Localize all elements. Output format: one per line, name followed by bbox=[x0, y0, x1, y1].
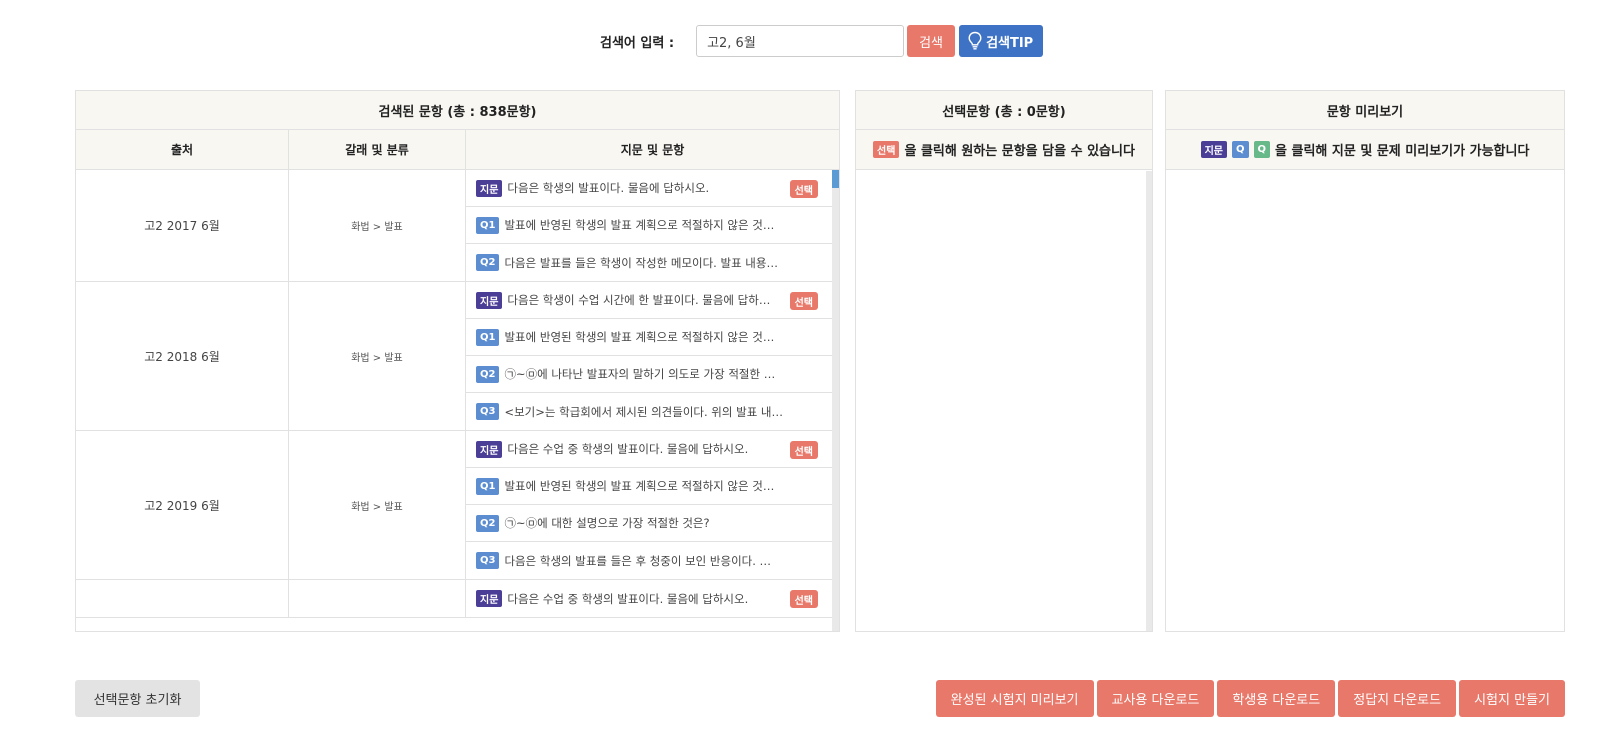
question-number-badge[interactable]: Q3 bbox=[476, 403, 500, 420]
question-row[interactable]: Q1 발표에 반영된 학생의 발표 계획으로 적절하지 않은 것… bbox=[466, 319, 832, 356]
lightbulb-icon bbox=[968, 31, 982, 50]
results-table-header: 출처 갈래 및 분류 지문 및 문항 bbox=[76, 130, 839, 170]
column-header-source: 출처 bbox=[76, 130, 289, 169]
selected-questions-hint: 선택 을 클릭해 원하는 문항을 담을 수 있습니다 bbox=[856, 130, 1152, 170]
question-text: 다음은 학생의 발표를 들은 후 청중이 보인 반응이다. … bbox=[504, 553, 772, 568]
select-button[interactable]: 선택 bbox=[789, 180, 818, 198]
bottom-actions: 완성된 시험지 미리보기 교사용 다운로드 학생용 다운로드 정답지 다운로드 … bbox=[935, 680, 1565, 717]
passage-badge[interactable]: 지문 bbox=[476, 440, 503, 458]
student-download-button[interactable]: 학생용 다운로드 bbox=[1217, 680, 1336, 717]
selected-questions-title: 선택문항 (총 : 0문항) bbox=[856, 91, 1152, 130]
passage-row[interactable]: 지문 다음은 수업 중 학생의 발표이다. 물음에 답하시오. 선택 bbox=[466, 431, 832, 468]
selected-questions-panel: 선택문항 (총 : 0문항) 선택 을 클릭해 원하는 문항을 담을 수 있습니… bbox=[855, 90, 1153, 632]
result-group: 고2 2017 6월 화법 > 발표 지문 다음은 학생의 발표이다. 물음에 답하시… bbox=[76, 170, 839, 282]
passage-row[interactable]: 지문 다음은 학생이 수업 시간에 한 발표이다. 물음에 답하… 선택 bbox=[466, 282, 832, 319]
question-list: 지문 다음은 수업 중 학생의 발표이다. 물음에 답하시오. 선택 bbox=[466, 580, 832, 617]
category-cell: 화법 > 발표 bbox=[289, 282, 466, 430]
search-input[interactable] bbox=[696, 25, 905, 57]
question-list: 지문 다음은 수업 중 학생의 발표이다. 물음에 답하시오. 선택 Q1 발표에 반영… bbox=[466, 431, 832, 579]
question-text: ㉠~㉤에 나타난 발표자의 말하기 의도로 가장 적절한 … bbox=[504, 367, 776, 381]
search-bar: 검색어 입력 : 검색 검색TIP bbox=[600, 25, 1044, 57]
teacher-download-button[interactable]: 교사용 다운로드 bbox=[1096, 680, 1215, 717]
question-badge: Q bbox=[1231, 141, 1249, 158]
question-badge-green: Q bbox=[1253, 141, 1271, 158]
question-list: 지문 다음은 학생의 발표이다. 물음에 답하시오. 선택 Q1 발표에 반영된 학생의… bbox=[466, 170, 832, 281]
source-cell: 고2 2018 6월 bbox=[76, 282, 289, 430]
preview-hint: 지문 Q Q 을 클릭해 지문 및 문제 미리보기가 가능합니다 bbox=[1166, 130, 1564, 170]
question-text: 다음은 발표를 들은 학생이 작성한 메모이다. 발표 내용… bbox=[504, 255, 778, 270]
question-text: 발표에 반영된 학생의 발표 계획으로 적절하지 않은 것… bbox=[504, 479, 775, 493]
search-tip-button[interactable]: 검색TIP bbox=[959, 25, 1044, 57]
category-cell bbox=[289, 580, 466, 617]
preview-title: 문항 미리보기 bbox=[1166, 91, 1564, 130]
selected-hint-text: 을 클릭해 원하는 문항을 담을 수 있습니다 bbox=[904, 144, 1135, 159]
select-button[interactable]: 선택 bbox=[789, 292, 818, 310]
question-row[interactable]: Q1 발표에 반영된 학생의 발표 계획으로 적절하지 않은 것… bbox=[466, 468, 832, 505]
answer-download-button[interactable]: 정답지 다운로드 bbox=[1338, 680, 1457, 717]
reset-selection-button[interactable]: 선택문항 초기화 bbox=[75, 680, 200, 717]
question-text: 다음은 수업 중 학생의 발표이다. 물음에 답하시오. bbox=[507, 591, 749, 606]
select-button[interactable]: 선택 bbox=[789, 441, 818, 459]
question-number-badge[interactable]: Q1 bbox=[476, 328, 500, 346]
source-cell: 고2 2017 6월 bbox=[76, 170, 289, 281]
question-text: 다음은 학생의 발표이다. 물음에 답하시오. bbox=[507, 181, 710, 195]
question-number-badge[interactable]: Q2 bbox=[476, 514, 500, 532]
result-group: 고2 2018 6월 화법 > 발표 지문 다음은 학생이 수업 시간에 한 발표이다… bbox=[76, 282, 839, 431]
passage-badge[interactable]: 지문 bbox=[476, 179, 503, 197]
question-number-badge[interactable]: Q2 bbox=[476, 365, 500, 383]
question-number-badge[interactable]: Q1 bbox=[476, 477, 500, 495]
results-scrollbar[interactable] bbox=[832, 170, 839, 631]
question-number-badge[interactable]: Q1 bbox=[476, 216, 500, 234]
column-header-questions: 지문 및 문항 bbox=[620, 143, 685, 157]
question-row[interactable]: Q3 다음은 학생의 발표를 들은 후 청중이 보인 반응이다. … bbox=[466, 542, 832, 579]
question-number-badge[interactable]: Q2 bbox=[476, 254, 500, 271]
question-row[interactable]: Q2 ㉠~㉤에 대한 설명으로 가장 적절한 것은? bbox=[466, 505, 832, 542]
question-text: 발표에 반영된 학생의 발표 계획으로 적절하지 않은 것… bbox=[504, 218, 775, 232]
question-text: ㉠~㉤에 대한 설명으로 가장 적절한 것은? bbox=[504, 516, 710, 530]
selected-scrollbar[interactable] bbox=[1146, 171, 1152, 631]
search-label: 검색어 입력 : bbox=[600, 35, 675, 51]
source-cell: 고2 2019 6월 bbox=[76, 431, 289, 579]
question-list: 지문 다음은 학생이 수업 시간에 한 발표이다. 물음에 답하… 선택 Q1 발표에 … bbox=[466, 282, 832, 430]
results-table-body[interactable]: 고2 2017 6월 화법 > 발표 지문 다음은 학생의 발표이다. 물음에 답하시… bbox=[76, 170, 839, 631]
select-badge: 선택 bbox=[873, 141, 900, 158]
passage-badge[interactable]: 지문 bbox=[476, 590, 503, 607]
question-row[interactable]: Q2 ㉠~㉤에 나타난 발표자의 말하기 의도로 가장 적절한 … bbox=[466, 356, 832, 393]
question-row[interactable]: Q3 <보기>는 학급회에서 제시된 의견들이다. 위의 발표 내… bbox=[466, 393, 832, 430]
source-cell bbox=[76, 580, 289, 617]
search-results-title: 검색된 문항 (총 : 838문항) bbox=[76, 91, 839, 130]
question-row[interactable]: Q1 발표에 반영된 학생의 발표 계획으로 적절하지 않은 것… bbox=[466, 207, 832, 244]
result-group: 지문 다음은 수업 중 학생의 발표이다. 물음에 답하시오. 선택 bbox=[76, 580, 839, 618]
preview-exam-button[interactable]: 완성된 시험지 미리보기 bbox=[935, 680, 1094, 717]
question-number-badge[interactable]: Q3 bbox=[476, 552, 500, 569]
question-text: 다음은 학생이 수업 시간에 한 발표이다. 물음에 답하… bbox=[507, 293, 771, 307]
create-exam-button[interactable]: 시험지 만들기 bbox=[1459, 680, 1565, 717]
passage-badge: 지문 bbox=[1200, 141, 1227, 158]
question-preview-panel: 문항 미리보기 지문 Q Q 을 클릭해 지문 및 문제 미리보기가 가능합니다 bbox=[1165, 90, 1565, 632]
select-button[interactable]: 선택 bbox=[789, 590, 818, 608]
result-group: 고2 2019 6월 화법 > 발표 지문 다음은 수업 중 학생의 발표이다. 물음… bbox=[76, 431, 839, 580]
category-cell: 화법 > 발표 bbox=[289, 170, 466, 281]
column-header-category: 갈래 및 분류 bbox=[289, 130, 466, 169]
search-tip-label: 검색TIP bbox=[986, 35, 1034, 51]
question-text: 발표에 반영된 학생의 발표 계획으로 적절하지 않은 것… bbox=[504, 330, 775, 344]
question-row[interactable]: Q2 다음은 발표를 들은 학생이 작성한 메모이다. 발표 내용… bbox=[466, 244, 832, 281]
search-results-panel: 검색된 문항 (총 : 838문항) 출처 갈래 및 분류 지문 및 문항 고2… bbox=[75, 90, 840, 632]
category-cell: 화법 > 발표 bbox=[289, 431, 466, 579]
search-button[interactable]: 검색 bbox=[907, 25, 956, 57]
question-text: <보기>는 학급회에서 제시된 의견들이다. 위의 발표 내… bbox=[504, 404, 784, 419]
preview-hint-text: 을 클릭해 지문 및 문제 미리보기가 가능합니다 bbox=[1275, 144, 1530, 159]
results-scroll-thumb[interactable] bbox=[832, 170, 839, 188]
passage-row[interactable]: 지문 다음은 수업 중 학생의 발표이다. 물음에 답하시오. 선택 bbox=[466, 580, 832, 617]
passage-badge[interactable]: 지문 bbox=[476, 291, 503, 309]
question-text: 다음은 수업 중 학생의 발표이다. 물음에 답하시오. bbox=[507, 442, 749, 456]
passage-row[interactable]: 지문 다음은 학생의 발표이다. 물음에 답하시오. 선택 bbox=[466, 170, 832, 207]
